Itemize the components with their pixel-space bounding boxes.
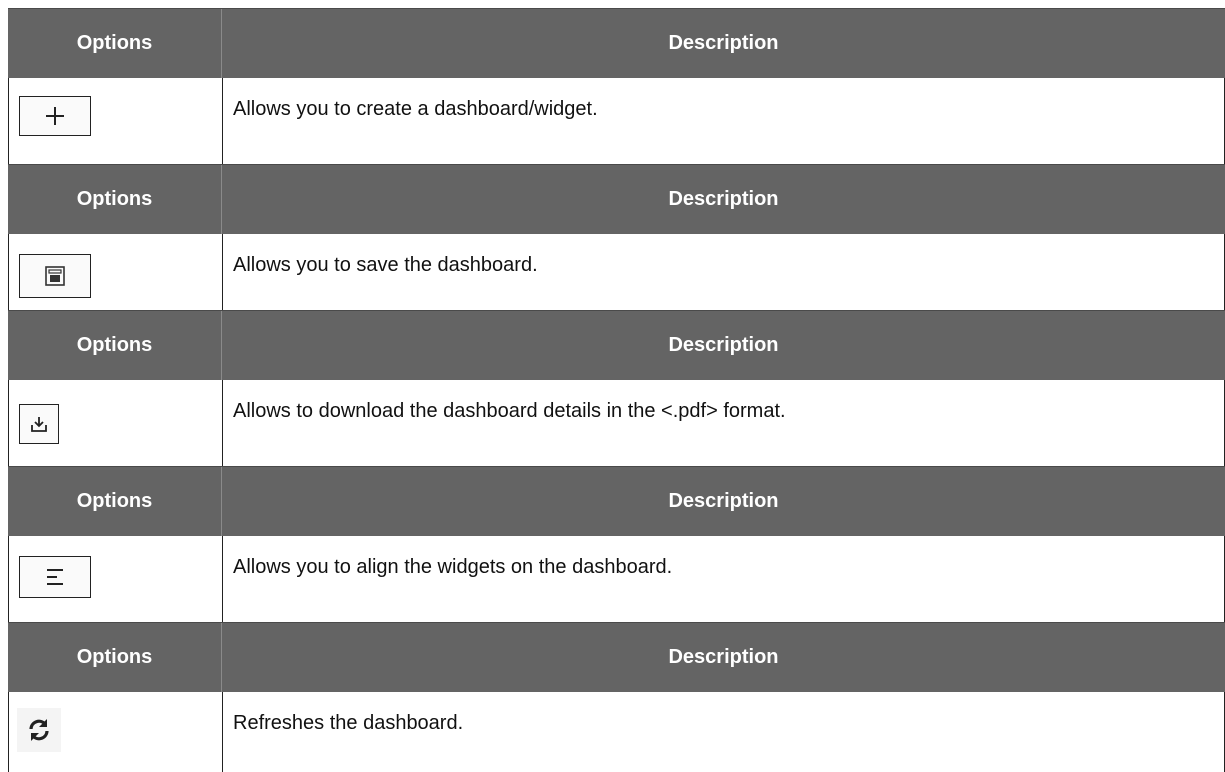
options-header: Options [8,623,222,692]
description-cell: Allows you to save the dashboard. [233,254,538,276]
table-row: Refreshes the dashboard. [8,692,1225,772]
table-header-row: Options Description [8,622,1225,692]
options-cell [9,536,223,622]
options-cell [9,692,223,772]
table-section: Options Description Refreshes the dashbo… [8,622,1225,772]
align-icon[interactable] [19,556,91,598]
refresh-icon[interactable] [17,708,61,752]
options-cell [9,380,223,466]
description-header: Description [668,646,779,668]
plus-icon[interactable] [19,96,91,136]
table-header-row: Options Description [8,466,1225,536]
description-header: Description [668,490,779,512]
table-row: Allows you to save the dashboard. [8,234,1225,320]
table-row: Allows you to create a dashboard/widget. [8,78,1225,164]
options-header: Options [8,9,222,78]
description-header: Description [668,188,779,210]
options-header: Options [8,311,222,380]
options-header: Options [8,467,222,536]
table-section: Options Description Allows to download t… [8,310,1225,466]
save-icon[interactable] [19,254,91,298]
table-section: Options Description Allows you to save t… [8,164,1225,320]
description-cell: Allows you to align the widgets on the d… [233,556,673,578]
options-cell [9,78,223,164]
table-header-row: Options Description [8,310,1225,380]
table-header-row: Options Description [8,164,1225,234]
table-row: Allows you to align the widgets on the d… [8,536,1225,622]
description-cell: Refreshes the dashboard. [233,712,464,734]
description-header: Description [668,334,779,356]
table-section: Options Description Allows you to align … [8,466,1225,622]
description-cell: Allows to download the dashboard details… [233,400,786,422]
table-header-row: Options Description [8,8,1225,78]
description-cell: Allows you to create a dashboard/widget. [233,98,598,120]
table-row: Allows to download the dashboard details… [8,380,1225,466]
options-header: Options [8,165,222,234]
options-table: Options Description Allows you to create… [0,0,1225,772]
options-cell [9,234,223,320]
description-header: Description [668,32,779,54]
download-icon[interactable] [19,404,59,444]
table-section: Options Description Allows you to create… [8,8,1225,164]
